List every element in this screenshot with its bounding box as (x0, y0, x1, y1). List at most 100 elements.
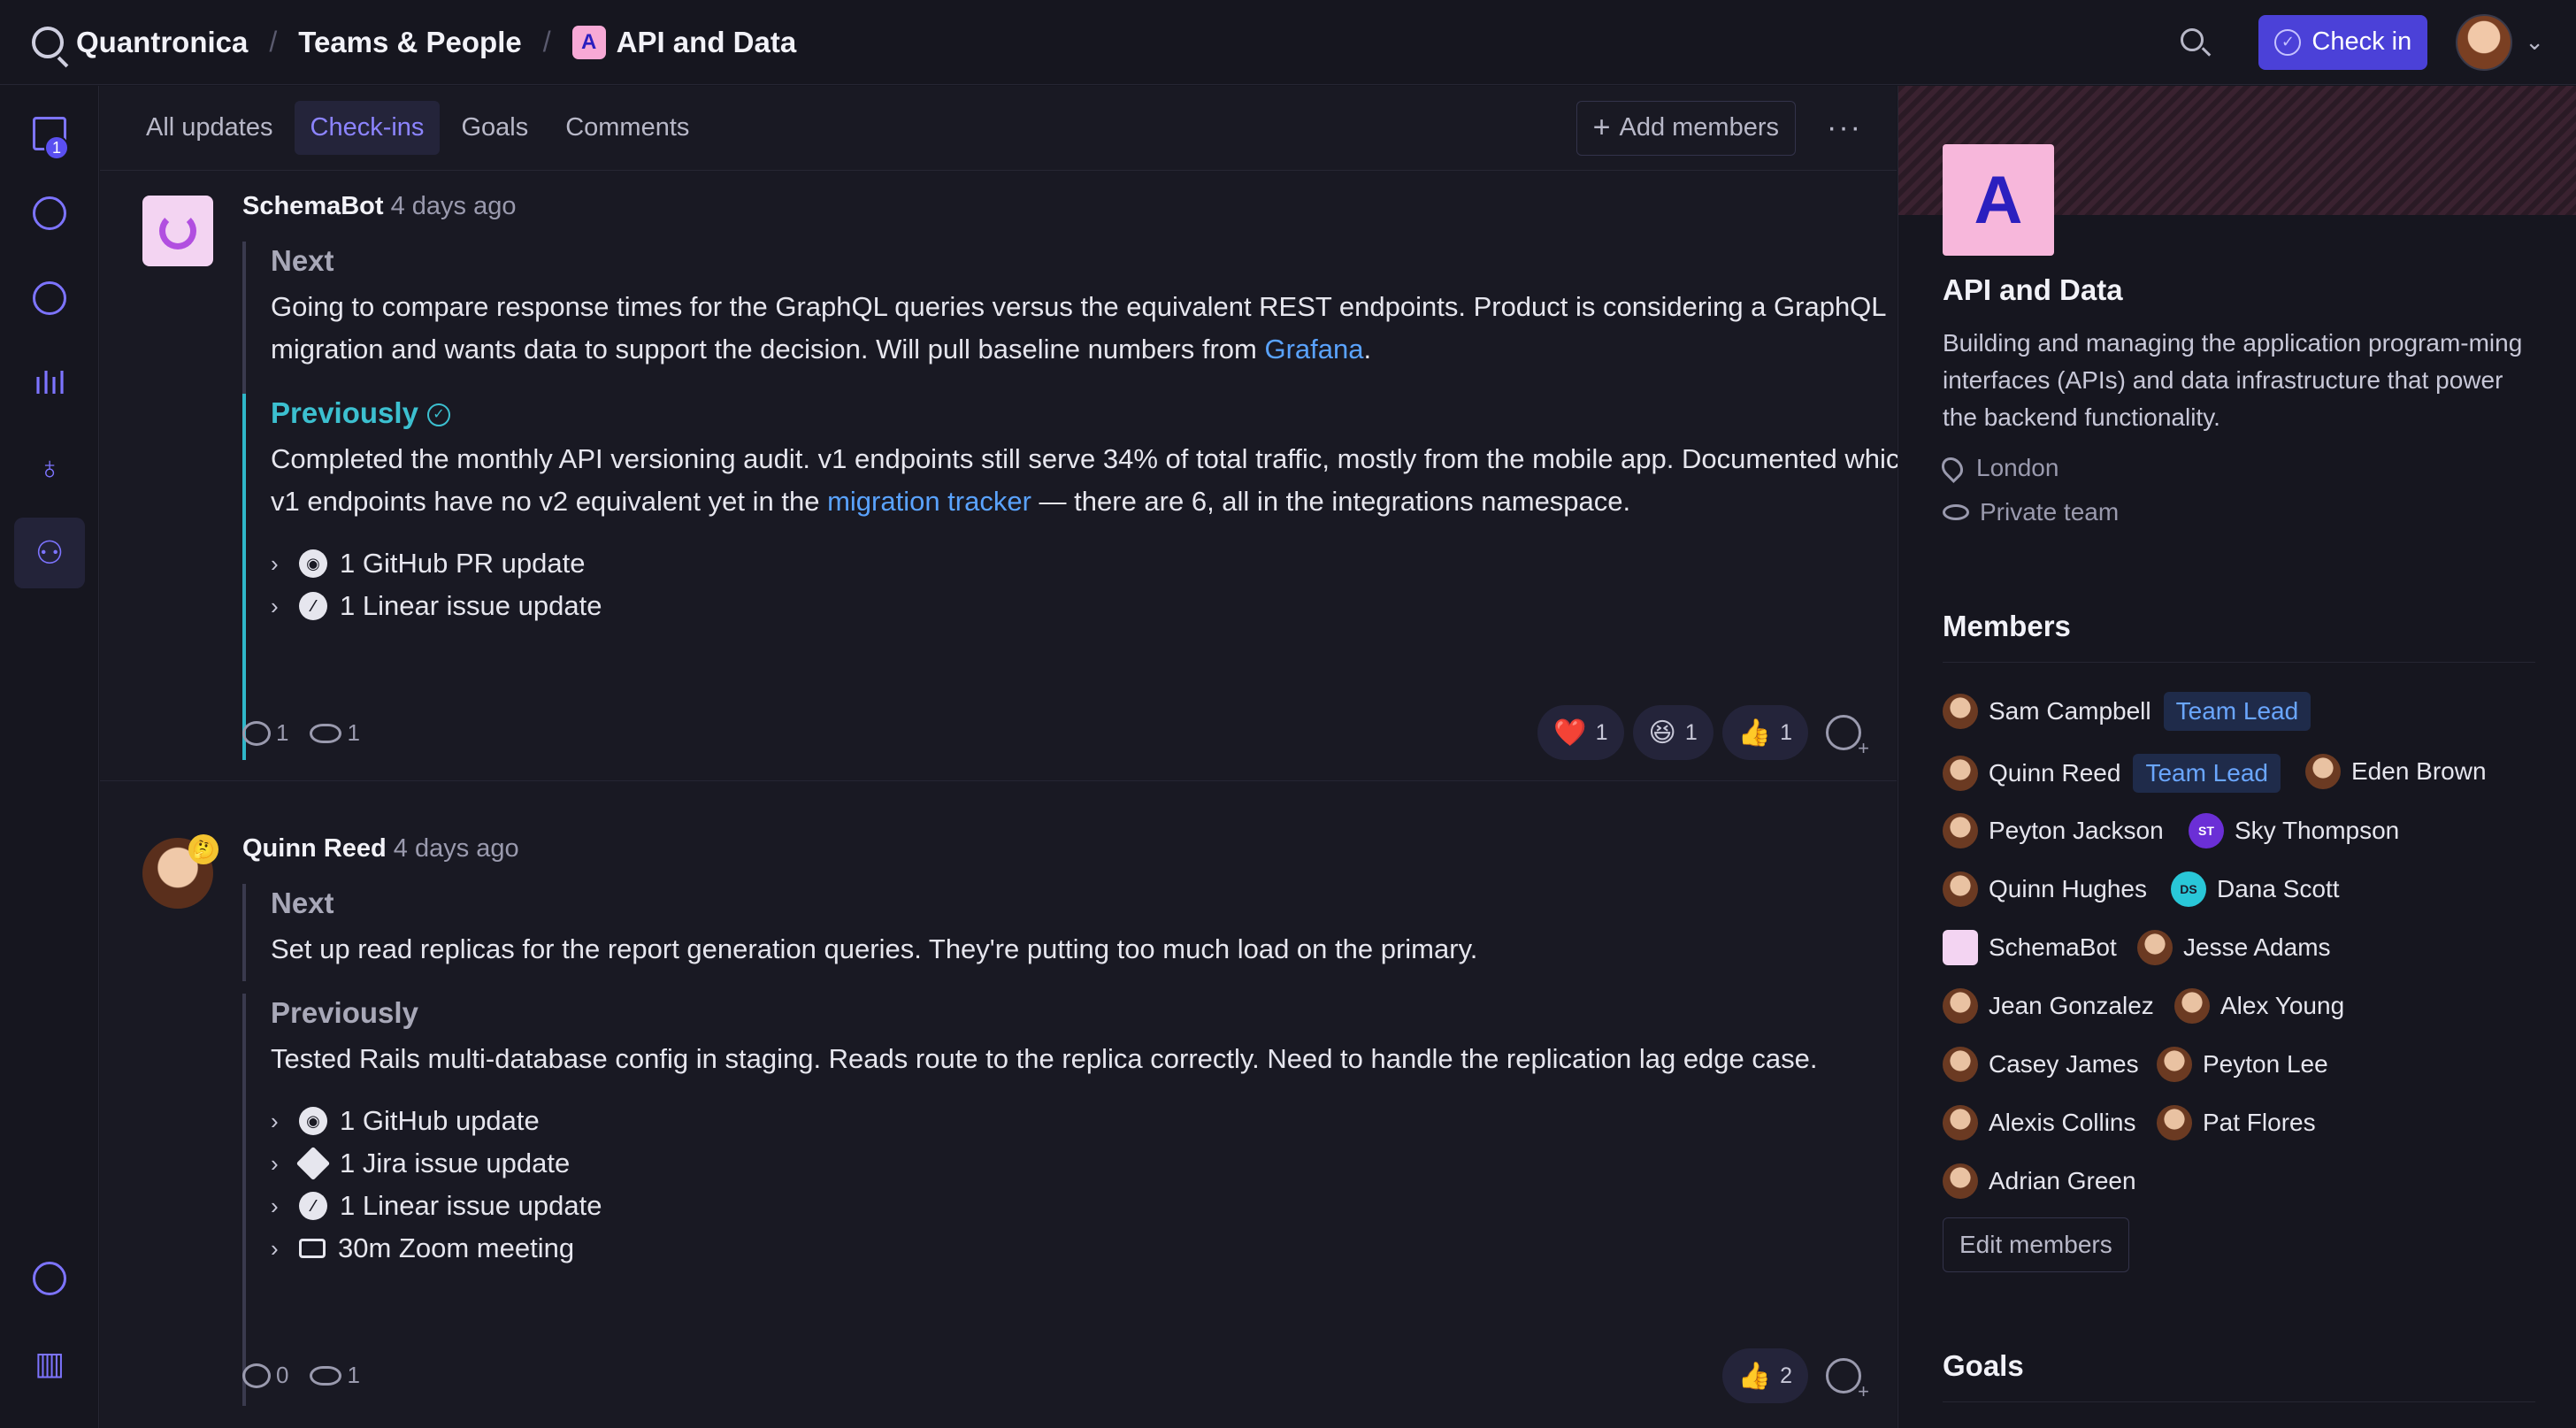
building-icon: ▥ (34, 1345, 65, 1381)
avatar (1943, 988, 1978, 1024)
next-title: Next (271, 244, 334, 277)
rail-help[interactable] (14, 1243, 85, 1314)
tab-check-ins[interactable]: Check-ins (294, 101, 441, 155)
team-link[interactable]: API and Data (617, 26, 797, 59)
jira-icon (295, 1146, 331, 1181)
previously-text: Tested Rails multi-database config in st… (271, 1043, 1818, 1074)
rail-pulse[interactable]: ılıl (14, 348, 85, 418)
member-chip[interactable]: Peyton Jackson (1943, 813, 2164, 848)
user-avatar[interactable] (2456, 13, 2513, 71)
view-count: 1 (347, 1362, 360, 1388)
reactions: 👍 2 (1714, 1348, 1869, 1403)
member-chip[interactable]: Jean Gonzalez (1943, 988, 2154, 1024)
integration-github[interactable]: › ◉ 1 GitHub update (271, 1100, 1950, 1142)
member-chip[interactable]: Eden Brown (2305, 754, 2487, 789)
integration-jira[interactable]: › 1 Jira issue update (271, 1142, 1950, 1185)
more-options-icon[interactable]: ··· (1822, 111, 1867, 145)
add-members-button[interactable]: + Add members (1576, 100, 1796, 156)
previously-block: Previously Tested Rails multi-database c… (242, 994, 1950, 1406)
github-icon: ◉ (299, 549, 327, 578)
post-author[interactable]: Quinn Reed (242, 834, 387, 863)
comment-count: 0 (276, 1362, 289, 1388)
linear-icon: ⁄ (299, 1192, 327, 1220)
rail-goals[interactable] (14, 263, 85, 334)
check-in-button[interactable]: ✓ Check in (2258, 14, 2428, 70)
reaction-thumbs-up[interactable]: 👍 1 (1721, 705, 1808, 760)
comment-icon[interactable] (242, 720, 271, 746)
avatar: ST (2189, 813, 2224, 848)
comment-icon[interactable] (242, 1363, 271, 1388)
member-chip[interactable]: Adrian Green (1943, 1163, 2136, 1199)
search-icon[interactable] (2175, 23, 2214, 62)
avatar (2174, 988, 2210, 1024)
team-logo: A (1943, 144, 2054, 256)
member-chip[interactable]: Peyton Lee (2157, 1047, 2328, 1082)
member-chip[interactable]: Sam Campbell Team Lead (1943, 692, 2312, 731)
post-time: 4 days ago (393, 834, 519, 863)
chevron-down-icon[interactable]: ⌄ (2525, 28, 2544, 56)
breadcrumb-separator: / (269, 26, 278, 58)
member-chip[interactable]: Jesse Adams (2137, 930, 2331, 965)
migration-tracker-link[interactable]: migration tracker (827, 486, 1031, 517)
integration-zoom[interactable]: › 30m Zoom meeting (271, 1227, 1950, 1270)
reaction-heart[interactable]: ❤️ 1 (1537, 705, 1624, 760)
edit-members-button[interactable]: Edit members (1943, 1217, 2129, 1272)
integration-linear[interactable]: › ⁄ 1 Linear issue update (271, 1185, 1950, 1227)
rail-teams[interactable]: ⚇ (14, 518, 85, 588)
member-chip[interactable]: Alex Young (2174, 988, 2344, 1024)
video-camera-icon (299, 1239, 326, 1258)
rail-ideas[interactable]: ♁ (14, 433, 85, 503)
check-in-label: Check in (2312, 27, 2412, 56)
people-icon: ⚇ (34, 534, 65, 571)
breadcrumb: Quantronica / Teams & People / A API and… (32, 25, 797, 59)
next-text: Going to compare response times for the … (271, 291, 1886, 365)
member-chip[interactable]: DS Dana Scott (2171, 871, 2340, 907)
post-author[interactable]: SchemaBot (242, 192, 384, 220)
feed-tabs: All updates Check-ins Goals Comments + A… (100, 86, 1897, 171)
chevron-right-icon: › (271, 1150, 279, 1177)
org-link[interactable]: Quantronica (76, 26, 248, 59)
rail-organization[interactable]: ▥ (14, 1328, 85, 1399)
member-chip[interactable]: Pat Flores (2157, 1105, 2316, 1140)
feed-badge: 1 (44, 135, 69, 160)
eye-icon[interactable] (310, 723, 342, 743)
top-bar: Quantronica / Teams & People / A API and… (0, 0, 2576, 85)
member-chip[interactable]: Quinn Reed Team Lead (1943, 754, 2281, 793)
rail-feed[interactable]: 1 (14, 98, 85, 169)
grafana-link[interactable]: Grafana (1264, 334, 1363, 365)
member-chip[interactable]: Alexis Collins (1943, 1105, 2136, 1140)
team-lead-tag: Team Lead (2163, 692, 2312, 731)
reaction-thumbs-up[interactable]: 👍 2 (1721, 1348, 1808, 1403)
member-chip[interactable]: Casey James (1943, 1047, 2139, 1082)
member-chip[interactable]: SchemaBot (1943, 930, 2117, 965)
section-link[interactable]: Teams & People (298, 26, 521, 59)
goals-heading: Goals (1943, 1349, 2024, 1382)
chevron-right-icon: › (271, 1193, 279, 1219)
integration-linear[interactable]: › ⁄ 1 Linear issue update (271, 585, 1950, 627)
check-circle-icon: ✓ (426, 403, 450, 427)
avatar (2157, 1105, 2192, 1140)
schemabot-avatar[interactable] (142, 196, 213, 266)
reaction-laugh[interactable]: 😆 1 (1632, 705, 1714, 760)
help-icon (33, 1262, 66, 1295)
target-icon (33, 281, 66, 315)
avatar (2137, 930, 2173, 965)
reactions: ❤️ 1 😆 1 👍 1 (1529, 705, 1869, 760)
tab-comments[interactable]: Comments (549, 101, 705, 155)
next-text: Set up read replicas for the report gene… (271, 933, 1478, 964)
view-count: 1 (347, 719, 360, 746)
plus-icon: + (1592, 111, 1611, 144)
member-chip[interactable]: Quinn Hughes (1943, 871, 2147, 907)
tab-goals[interactable]: Goals (445, 101, 544, 155)
add-reaction-icon[interactable] (1826, 1358, 1869, 1403)
integration-github[interactable]: › ◉ 1 GitHub PR update (271, 542, 1950, 585)
lightbulb-icon: ♁ (37, 449, 62, 486)
member-chip[interactable]: ST Sky Thompson (2189, 813, 2399, 848)
chevron-right-icon: › (271, 1235, 279, 1262)
rail-check-ins[interactable] (14, 178, 85, 249)
tab-all-updates[interactable]: All updates (130, 101, 289, 155)
eye-icon[interactable] (310, 1365, 342, 1386)
chevron-right-icon: › (271, 593, 279, 619)
next-block: Next Set up read replicas for the report… (242, 884, 1950, 981)
add-reaction-icon[interactable] (1826, 715, 1869, 760)
